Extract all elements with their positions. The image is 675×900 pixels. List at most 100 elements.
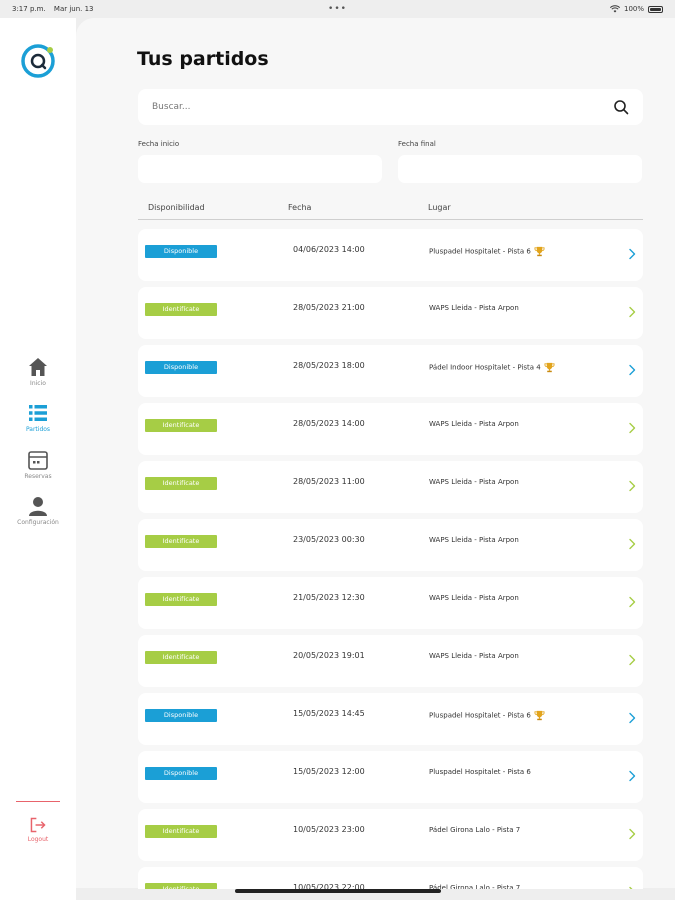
chevron-right-icon[interactable] xyxy=(628,828,636,840)
table-row[interactable]: Identifícate 20/05/2023 19:01 WAPS Lleida … xyxy=(138,635,643,687)
status-badge: Identifícate xyxy=(145,303,217,316)
match-date: 10/05/2023 23:00 xyxy=(293,825,365,834)
search-icon[interactable] xyxy=(613,99,629,115)
status-bar: 3:17 p.m. Mar jun. 13 ••• 100% xyxy=(0,0,675,18)
match-date: 04/06/2023 14:00 xyxy=(293,245,365,254)
status-badge: Identifícate xyxy=(145,477,217,490)
match-place: Pádel Girona Lalo - Pista 7 xyxy=(429,826,521,834)
chevron-right-icon[interactable] xyxy=(628,712,636,724)
fecha-final-label: Fecha final xyxy=(398,140,436,148)
search-box[interactable] xyxy=(138,89,643,125)
status-badge: Identifícate xyxy=(145,535,217,548)
home-indicator[interactable] xyxy=(235,889,441,893)
logout-icon xyxy=(30,817,46,833)
match-place: Pádel Indoor Hospitalet - Pista 4 xyxy=(429,363,541,372)
match-place-cell: Pádel Girona Lalo - Pista 7 xyxy=(429,826,520,834)
chevron-right-icon[interactable] xyxy=(628,770,636,782)
sidebar-item-reservas[interactable]: Reservas xyxy=(0,449,76,480)
match-date: 15/05/2023 14:45 xyxy=(293,709,365,718)
column-header-fecha[interactable]: Fecha xyxy=(288,203,311,212)
match-place-cell: Pluspadel Hospitalet - Pista 6 xyxy=(429,246,545,257)
match-place: WAPS Lleida - Pista Arpon xyxy=(429,652,519,660)
match-date: 28/05/2023 11:00 xyxy=(293,477,365,486)
status-badge: Disponible xyxy=(145,709,217,722)
fecha-inicio-field[interactable] xyxy=(138,155,382,183)
battery-percent: 100% xyxy=(623,5,644,13)
status-badge: Identifícate xyxy=(145,593,217,606)
sidebar-item-label: Partidos xyxy=(25,426,51,433)
chevron-right-icon[interactable] xyxy=(628,480,636,492)
match-place-cell: Pluspadel Hospitalet - Pista 6 xyxy=(429,710,545,721)
list-icon xyxy=(29,405,47,421)
chevron-right-icon[interactable] xyxy=(628,596,636,608)
search-input[interactable] xyxy=(152,102,613,112)
home-icon xyxy=(29,358,47,376)
table-row[interactable]: Identifícate 10/05/2023 23:00 Pádel Girona… xyxy=(138,809,643,861)
multitasking-dots[interactable]: ••• xyxy=(229,4,446,14)
sidebar: Inicio Partidos Reservas Configuración L… xyxy=(0,18,76,900)
match-place: Pluspadel Hospitalet - Pista 6 xyxy=(429,768,531,776)
match-place-cell: WAPS Lleida - Pista Arpon xyxy=(429,478,519,486)
match-date: 28/05/2023 18:00 xyxy=(293,361,365,370)
chevron-right-icon[interactable] xyxy=(628,248,636,260)
trophy-icon xyxy=(534,710,545,721)
table-row[interactable]: Disponible 28/05/2023 18:00 Pádel Indoor H… xyxy=(138,345,643,397)
table-row[interactable]: Disponible 04/06/2023 14:00 Pluspadel Hosp… xyxy=(138,229,643,281)
fecha-inicio-label: Fecha inicio xyxy=(138,140,180,148)
matches-list: Disponible 04/06/2023 14:00 Pluspadel Hosp… xyxy=(138,229,643,889)
table-row[interactable]: Identifícate 23/05/2023 00:30 WAPS Lleida … xyxy=(138,519,643,571)
match-place: WAPS Lleida - Pista Arpon xyxy=(429,478,519,486)
status-badge: Disponible xyxy=(145,361,217,374)
match-place: WAPS Lleida - Pista Arpon xyxy=(429,304,519,312)
match-place-cell: Pluspadel Hospitalet - Pista 6 xyxy=(429,768,531,776)
chevron-right-icon[interactable] xyxy=(628,306,636,318)
main-content: Tus partidos Fecha inicio Fecha final Di… xyxy=(76,18,675,889)
match-date: 20/05/2023 19:01 xyxy=(293,651,365,660)
table-row[interactable]: Identifícate 10/05/2023 22:00 Pádel Girona… xyxy=(138,867,643,889)
status-badge: Disponible xyxy=(145,245,217,258)
match-place-cell: WAPS Lleida - Pista Arpon xyxy=(429,652,519,660)
logout-button[interactable]: Logout xyxy=(0,816,76,843)
sidebar-item-configuracion[interactable]: Configuración xyxy=(0,495,76,526)
sidebar-item-partidos[interactable]: Partidos xyxy=(0,402,76,433)
sidebar-item-inicio[interactable]: Inicio xyxy=(0,356,76,387)
column-header-lugar[interactable]: Lugar xyxy=(428,203,451,212)
table-row[interactable]: Disponible 15/05/2023 14:45 Pluspadel Hosp… xyxy=(138,693,643,745)
match-date: 21/05/2023 12:30 xyxy=(293,593,365,602)
calendar-icon xyxy=(28,451,48,470)
logout-divider xyxy=(16,801,60,802)
chevron-right-icon[interactable] xyxy=(628,886,636,889)
chevron-right-icon[interactable] xyxy=(628,364,636,376)
table-row[interactable]: Identifícate 28/05/2023 14:00 WAPS Lleida … xyxy=(138,403,643,455)
match-date: 28/05/2023 21:00 xyxy=(293,303,365,312)
status-badge: Identifícate xyxy=(145,419,217,432)
trophy-icon xyxy=(534,246,545,257)
table-row[interactable]: Disponible 15/05/2023 12:00 Pluspadel Hosp… xyxy=(138,751,643,803)
status-badge: Identifícate xyxy=(145,825,217,838)
table-row[interactable]: Identifícate 28/05/2023 21:00 WAPS Lleida … xyxy=(138,287,643,339)
status-badge: Identifícate xyxy=(145,883,217,889)
fecha-final-field[interactable] xyxy=(398,155,642,183)
status-badge: Identifícate xyxy=(145,651,217,664)
trophy-icon xyxy=(544,362,555,373)
status-date: Mar jun. 13 xyxy=(53,5,94,13)
logout-label: Logout xyxy=(27,836,49,843)
app-logo[interactable] xyxy=(19,42,57,80)
match-place-cell: Pádel Girona Lalo - Pista 7 xyxy=(429,884,520,889)
table-row[interactable]: Identifícate 21/05/2023 12:30 WAPS Lleida … xyxy=(138,577,643,629)
chevron-right-icon[interactable] xyxy=(628,538,636,550)
chevron-right-icon[interactable] xyxy=(628,422,636,434)
column-header-disponibilidad[interactable]: Disponibilidad xyxy=(148,203,205,212)
match-date: 28/05/2023 14:00 xyxy=(293,419,365,428)
user-icon xyxy=(29,497,47,516)
table-row[interactable]: Identifícate 28/05/2023 11:00 WAPS Lleida … xyxy=(138,461,643,513)
sidebar-item-label: Configuración xyxy=(17,519,59,526)
match-date: 15/05/2023 12:00 xyxy=(293,767,365,776)
match-place: WAPS Lleida - Pista Arpon xyxy=(429,594,519,602)
match-place: WAPS Lleida - Pista Arpon xyxy=(429,420,519,428)
chevron-right-icon[interactable] xyxy=(628,654,636,666)
match-place-cell: WAPS Lleida - Pista Arpon xyxy=(429,536,519,544)
status-badge: Disponible xyxy=(145,767,217,780)
sidebar-item-label: Inicio xyxy=(30,380,46,387)
wifi-icon xyxy=(609,5,620,13)
